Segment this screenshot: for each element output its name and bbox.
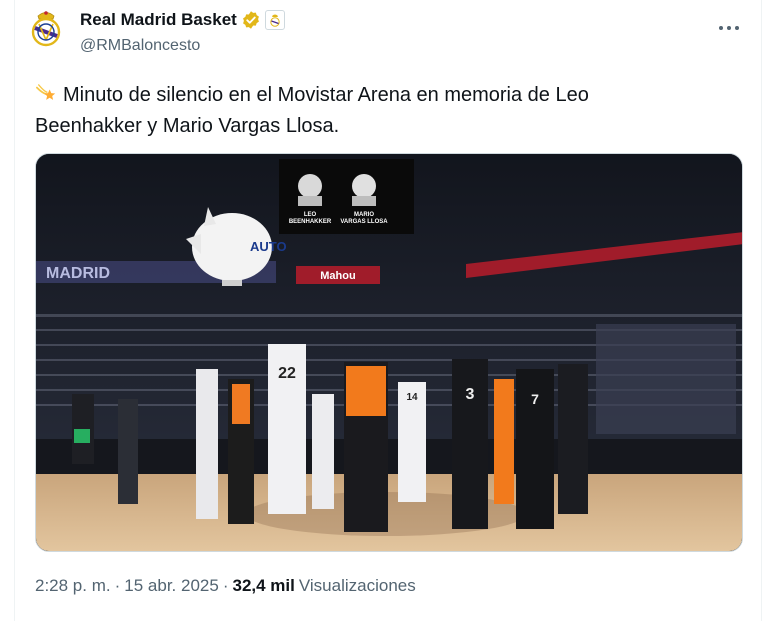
sponsor-text: Mahou <box>320 270 355 282</box>
real-madrid-crest-icon <box>31 11 61 47</box>
avatar[interactable] <box>26 8 66 48</box>
meta-separator: · <box>222 576 229 595</box>
screen-label-2b: VARGAS LLOSA <box>340 219 388 225</box>
display-name[interactable]: Real Madrid Basket <box>80 10 237 30</box>
jersey-number-7: 7 <box>531 391 539 407</box>
tweet-text: Minuto de silencio en el Movistar Arena … <box>35 80 685 142</box>
tweet-photo[interactable]: MADRID Mahou LEO BEENHAKKER MARIO VARGAS… <box>35 153 743 552</box>
more-options-icon[interactable] <box>718 18 740 36</box>
jersey-number-3: 3 <box>466 386 475 403</box>
arena-photo: MADRID Mahou LEO BEENHAKKER MARIO VARGAS… <box>36 154 742 551</box>
views-label: Visualizaciones <box>298 576 416 595</box>
real-madrid-mini-crest-icon <box>270 14 280 27</box>
meta-separator: · <box>114 576 121 595</box>
verified-badge-icon <box>242 11 259 29</box>
views-count: 32,4 mil <box>232 576 295 595</box>
screen-label-2a: MARIO <box>354 212 374 218</box>
affiliate-badge-icon[interactable] <box>264 10 285 30</box>
account-handle[interactable]: @RMBaloncesto <box>80 37 200 55</box>
shooting-star-emoji-icon <box>36 84 56 100</box>
account-name-row: Real Madrid Basket <box>80 10 285 30</box>
tweet-time[interactable]: 2:28 p. m. <box>35 576 111 596</box>
screen-label-1a: LEO <box>304 212 317 218</box>
blimp-text: AUTO <box>250 239 287 254</box>
screen-label-1b: BEENHAKKER <box>289 219 332 225</box>
jersey-number-14: 14 <box>406 392 418 403</box>
tweet-date[interactable]: 15 abr. 2025 <box>124 576 219 596</box>
arena-banner-text: MADRID <box>46 265 110 282</box>
tweet-meta: 2:28 p. m. · 15 abr. 2025 · 32,4 mil Vis… <box>35 576 416 596</box>
jersey-number-22: 22 <box>278 365 296 382</box>
tweet-body: Minuto de silencio en el Movistar Arena … <box>35 84 589 137</box>
